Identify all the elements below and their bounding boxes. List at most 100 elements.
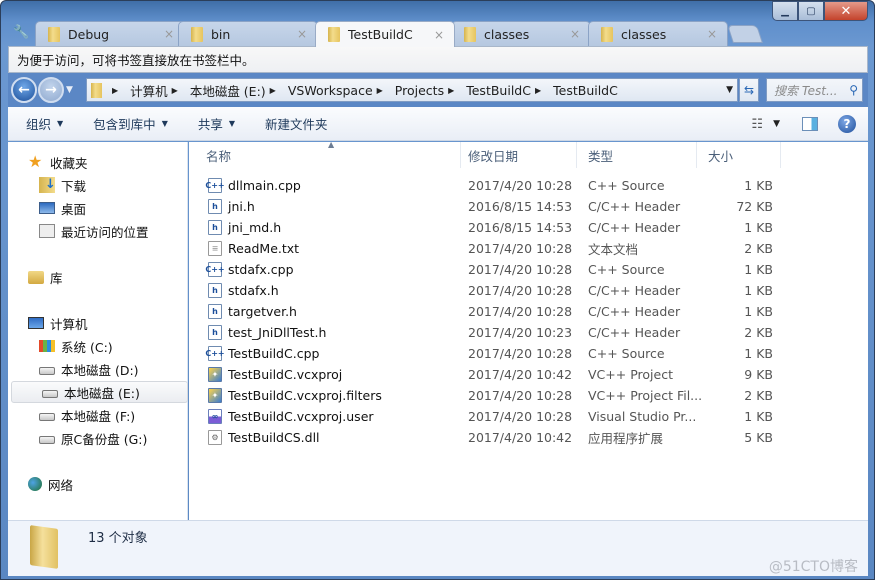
close-tab-icon[interactable]: × bbox=[434, 28, 444, 42]
file-name: h jni.h bbox=[208, 199, 255, 214]
file-row[interactable]: h targetver.h 2017/4/20 10:28 C/C++ Header 1… bbox=[189, 301, 868, 322]
file-row[interactable]: ∞ TestBuildC.vcxproj.user 2017/4/20 10:28 V… bbox=[189, 406, 868, 427]
file-type: Visual Studio Pr... bbox=[588, 409, 697, 424]
file-size: 1 KB bbox=[744, 346, 773, 361]
sidebar-computer[interactable]: 计算机 bbox=[28, 312, 88, 334]
view-dropdown-icon[interactable]: ▼ bbox=[773, 119, 780, 129]
breadcrumb-drive-e[interactable]: 本地磁盘 (E:) ▶ bbox=[190, 81, 284, 100]
organize-menu[interactable]: 组织 ▼ bbox=[26, 114, 63, 133]
file-row[interactable]: ✦ TestBuildC.vcxproj.filters 2017/4/20 10:… bbox=[189, 385, 868, 406]
file-row[interactable]: h jni_md.h 2016/8/15 14:53 C/C++ Header 1 KB bbox=[189, 217, 868, 238]
breadcrumb-testbuildc-current[interactable]: TestBuildC bbox=[553, 83, 618, 98]
file-date: 2017/4/20 10:42 bbox=[468, 367, 573, 382]
file-type: C/C++ Header bbox=[588, 220, 681, 235]
file-row[interactable]: ≡ ReadMe.txt 2017/4/20 10:28 文本文档 2 KB bbox=[189, 238, 868, 259]
recent-places-icon bbox=[39, 224, 55, 238]
file-row[interactable]: h test_JniDllTest.h 2017/4/20 10:23 C/C++ H… bbox=[189, 322, 868, 343]
file-size: 2 KB bbox=[744, 325, 773, 340]
sidebar-item-desktop[interactable]: 桌面 bbox=[39, 197, 86, 219]
breadcrumb-root-arrow[interactable]: ▶ bbox=[108, 86, 126, 95]
close-tab-icon[interactable]: × bbox=[570, 27, 580, 41]
column-header-date[interactable]: 修改日期 bbox=[457, 142, 577, 168]
search-input[interactable]: 搜索 Test... ⚲ bbox=[766, 78, 863, 102]
maximize-button[interactable]: ▢ bbox=[798, 1, 824, 21]
cpp-file-icon: C++ bbox=[205, 178, 225, 193]
help-icon[interactable]: ? bbox=[838, 115, 856, 133]
sidebar-libraries[interactable]: 库 bbox=[28, 266, 63, 288]
cpp-file-icon: C++ bbox=[205, 262, 225, 277]
file-date: 2017/4/20 10:28 bbox=[468, 388, 573, 403]
tab-bin[interactable]: bin × bbox=[178, 21, 318, 46]
file-name: C++ TestBuildC.cpp bbox=[205, 346, 320, 361]
breadcrumb-projects[interactable]: Projects ▶ bbox=[395, 83, 462, 98]
hard-drive-icon bbox=[39, 436, 55, 444]
file-row[interactable]: h stdafx.h 2017/4/20 10:28 C/C++ Header 1 KB bbox=[189, 280, 868, 301]
wrench-icon[interactable]: 🔧 bbox=[13, 25, 29, 40]
tab-testbuildc[interactable]: TestBuildC × bbox=[315, 21, 455, 47]
close-button[interactable]: ✕ bbox=[824, 1, 868, 21]
sidebar-item-drive-c[interactable]: 系统 (C:) bbox=[39, 335, 113, 357]
recent-pages-dropdown[interactable]: ▼ bbox=[66, 85, 73, 95]
file-type: C++ Source bbox=[588, 178, 665, 193]
column-header-type[interactable]: 类型 bbox=[577, 142, 697, 168]
new-folder-button[interactable]: 新建文件夹 bbox=[265, 114, 328, 133]
tab-classes-1[interactable]: classes × bbox=[451, 21, 591, 46]
column-header-size[interactable]: 大小 bbox=[697, 142, 781, 168]
tab-debug[interactable]: Debug × bbox=[35, 21, 185, 46]
tab-label: classes bbox=[621, 26, 667, 42]
file-row[interactable]: h jni.h 2016/8/15 14:53 C/C++ Header 72 KB bbox=[189, 196, 868, 217]
file-date: 2017/4/20 10:28 bbox=[468, 178, 573, 193]
address-dropdown-icon[interactable]: ▼ bbox=[726, 85, 733, 95]
back-arrow-icon: ← bbox=[18, 82, 30, 98]
file-date: 2017/4/20 10:28 bbox=[468, 241, 573, 256]
close-tab-icon[interactable]: × bbox=[707, 27, 717, 41]
hard-drive-icon bbox=[39, 367, 55, 375]
sidebar-network[interactable]: 网络 bbox=[28, 473, 73, 495]
sidebar-favorites[interactable]: ★ 收藏夹 bbox=[28, 151, 88, 173]
folder-icon bbox=[328, 27, 340, 42]
new-tab-button[interactable] bbox=[727, 25, 763, 43]
share-menu[interactable]: 共享 ▼ bbox=[198, 114, 235, 133]
column-header-name[interactable]: 名称 bbox=[195, 142, 461, 168]
file-row[interactable]: ⚙ TestBuildCS.dll 2017/4/20 10:42 应用程序扩展 5 K… bbox=[189, 427, 868, 448]
sidebar-item-drive-d[interactable]: 本地磁盘 (D:) bbox=[39, 358, 139, 380]
file-name: C++ stdafx.cpp bbox=[205, 262, 294, 277]
search-icon[interactable]: ⚲ bbox=[849, 83, 858, 97]
file-row[interactable]: ✦ TestBuildC.vcxproj 2017/4/20 10:42 VC++ P… bbox=[189, 364, 868, 385]
refresh-button[interactable]: ⇆ bbox=[739, 78, 759, 102]
breadcrumb-testbuildc[interactable]: TestBuildC ▶ bbox=[466, 83, 549, 98]
address-bar[interactable]: ▶ 计算机 ▶ 本地磁盘 (E:) ▶ VSWorkspace ▶ Projects ▶… bbox=[86, 78, 738, 102]
hard-drive-icon bbox=[39, 413, 55, 421]
file-row[interactable]: C++ stdafx.cpp 2017/4/20 10:28 C++ Source 1 … bbox=[189, 259, 868, 280]
minimize-button[interactable]: ▁ bbox=[772, 1, 798, 21]
vs-user-file-icon: ∞ bbox=[208, 409, 222, 424]
sidebar-item-downloads[interactable]: 下载 bbox=[39, 174, 86, 196]
file-date: 2016/8/15 14:53 bbox=[468, 199, 573, 214]
file-type: VC++ Project Fil... bbox=[588, 388, 703, 403]
chevron-down-icon: ▼ bbox=[161, 119, 168, 128]
close-tab-icon[interactable]: × bbox=[164, 27, 174, 41]
breadcrumb-vsworkspace[interactable]: VSWorkspace ▶ bbox=[288, 83, 391, 98]
file-name: h test_JniDllTest.h bbox=[208, 325, 326, 340]
sidebar-item-drive-f[interactable]: 本地磁盘 (F:) bbox=[39, 404, 135, 426]
forward-button[interactable]: → bbox=[38, 77, 64, 103]
downloads-icon bbox=[39, 177, 56, 193]
back-button[interactable]: ← bbox=[11, 77, 37, 103]
file-row[interactable]: C++ dllmain.cpp 2017/4/20 10:28 C++ Source 1… bbox=[189, 175, 868, 196]
sidebar-item-drive-e[interactable]: 本地磁盘 (E:) bbox=[11, 381, 188, 403]
view-options-icon[interactable]: ☷ bbox=[751, 117, 763, 132]
include-in-library-menu[interactable]: 包含到库中 ▼ bbox=[93, 114, 168, 133]
close-tab-icon[interactable]: × bbox=[297, 27, 307, 41]
breadcrumb-computer[interactable]: 计算机 ▶ bbox=[130, 81, 186, 100]
item-count: 13 个对象 bbox=[88, 531, 148, 546]
tab-strip: Debug × bin × TestBuildC × classes × cla… bbox=[35, 21, 754, 47]
file-name: ⚙ TestBuildCS.dll bbox=[208, 430, 320, 445]
preview-pane-icon[interactable] bbox=[802, 117, 818, 131]
tab-classes-2[interactable]: classes × bbox=[588, 21, 728, 46]
sidebar-item-drive-g[interactable]: 原C备份盘 (G:) bbox=[39, 427, 147, 449]
search-placeholder: 搜索 Test... bbox=[774, 83, 838, 98]
sidebar-item-recent-places[interactable]: 最近访问的位置 bbox=[39, 220, 149, 242]
header-file-icon: h bbox=[208, 283, 222, 298]
file-row[interactable]: C++ TestBuildC.cpp 2017/4/20 10:28 C++ Sour… bbox=[189, 343, 868, 364]
file-name: h stdafx.h bbox=[208, 283, 279, 298]
